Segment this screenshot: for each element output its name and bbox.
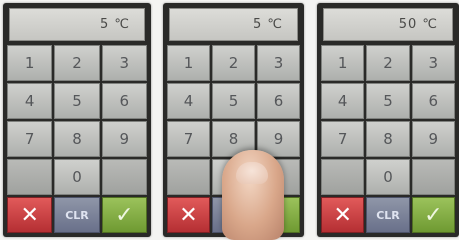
key-4[interactable]: 4 bbox=[321, 83, 365, 119]
key-6[interactable]: 6 bbox=[101, 83, 147, 119]
key-5[interactable]: 5 bbox=[54, 83, 100, 119]
blank-key bbox=[321, 159, 365, 195]
key-0[interactable]: 0 bbox=[366, 159, 410, 195]
checkmark-icon: ✓ bbox=[424, 202, 443, 228]
temperature-display: 5 ℃ bbox=[169, 8, 298, 41]
key-7[interactable]: 7 bbox=[7, 121, 53, 157]
blank-key bbox=[7, 159, 53, 195]
close-icon: ✕ bbox=[333, 202, 352, 228]
key-4[interactable]: 4 bbox=[167, 83, 210, 119]
cancel-button[interactable]: ✕ bbox=[321, 197, 365, 233]
checkmark-icon: ✓ bbox=[115, 202, 134, 228]
temperature-display: 5 ℃ bbox=[9, 8, 145, 41]
key-6[interactable]: 6 bbox=[411, 83, 455, 119]
keypad-panel-3: 50 ℃ 1 2 3 4 5 6 7 8 9 0 ✕ CLR ✓ bbox=[317, 3, 459, 237]
key-9[interactable]: 9 bbox=[101, 121, 147, 157]
key-7[interactable]: 7 bbox=[321, 121, 365, 157]
confirm-button[interactable]: ✓ bbox=[101, 197, 147, 233]
cancel-button[interactable]: ✕ bbox=[7, 197, 53, 233]
cancel-button[interactable]: ✕ bbox=[167, 197, 210, 233]
key-3[interactable]: 3 bbox=[101, 45, 147, 81]
fingernail bbox=[236, 162, 268, 184]
key-5[interactable]: 5 bbox=[212, 83, 255, 119]
keypad-panel-1: 5 ℃ 1 2 3 4 5 6 7 8 9 0 ✕ CLR ✓ bbox=[3, 3, 151, 237]
blank-key bbox=[411, 159, 455, 195]
key-7[interactable]: 7 bbox=[167, 121, 210, 157]
key-1[interactable]: 1 bbox=[167, 45, 210, 81]
confirm-button[interactable]: ✓ bbox=[411, 197, 455, 233]
key-8[interactable]: 8 bbox=[54, 121, 100, 157]
blank-key bbox=[167, 159, 210, 195]
key-2[interactable]: 2 bbox=[54, 45, 100, 81]
key-0[interactable]: 0 bbox=[54, 159, 100, 195]
clear-button[interactable]: CLR bbox=[366, 197, 410, 233]
key-8[interactable]: 8 bbox=[366, 121, 410, 157]
key-5[interactable]: 5 bbox=[366, 83, 410, 119]
key-6[interactable]: 6 bbox=[257, 83, 300, 119]
finger bbox=[222, 150, 284, 240]
numeric-keypad: 1 2 3 4 5 6 7 8 9 0 ✕ CLR ✓ bbox=[7, 45, 147, 233]
key-1[interactable]: 1 bbox=[321, 45, 365, 81]
close-icon: ✕ bbox=[179, 202, 198, 228]
key-2[interactable]: 2 bbox=[212, 45, 255, 81]
key-3[interactable]: 3 bbox=[411, 45, 455, 81]
blank-key bbox=[101, 159, 147, 195]
temperature-display: 50 ℃ bbox=[323, 8, 453, 41]
key-2[interactable]: 2 bbox=[366, 45, 410, 81]
key-4[interactable]: 4 bbox=[7, 83, 53, 119]
key-9[interactable]: 9 bbox=[411, 121, 455, 157]
numeric-keypad: 1 2 3 4 5 6 7 8 9 0 ✕ CLR ✓ bbox=[321, 45, 455, 233]
key-1[interactable]: 1 bbox=[7, 45, 53, 81]
key-3[interactable]: 3 bbox=[257, 45, 300, 81]
close-icon: ✕ bbox=[20, 202, 39, 228]
clear-button[interactable]: CLR bbox=[54, 197, 100, 233]
